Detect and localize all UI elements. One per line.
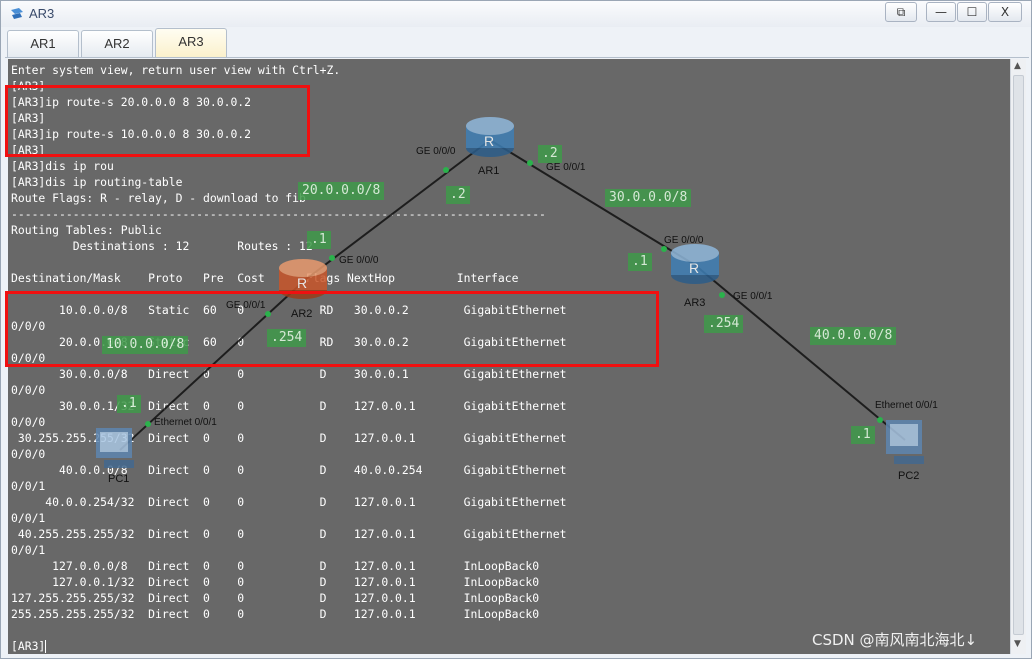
scroll-down-icon[interactable]: ▼ — [1014, 639, 1021, 649]
terminal-line: Enter system view, return user view with… — [11, 63, 341, 77]
title-bar[interactable]: AR3 ⧉ — ☐ X — [1, 1, 1031, 27]
restore-button[interactable]: ⧉ — [885, 2, 917, 22]
maximize-button[interactable]: ☐ — [957, 2, 987, 22]
terminal-line: [AR3] — [11, 639, 47, 653]
window-title: AR3 — [29, 6, 55, 21]
terminal-line: 30.255.255.255/32 Direct 0 0 D 127.0.0.1… — [11, 431, 567, 445]
terminal-line: 127.0.0.0/8 Direct 0 0 D 127.0.0.1 InLoo… — [11, 559, 540, 573]
tab-divider — [5, 57, 1029, 58]
terminal-line: 40.0.0.0/8 Direct 0 0 D 40.0.0.254 Gigab… — [11, 463, 567, 477]
terminal-line: 127.255.255.255/32 Direct 0 0 D 127.0.0.… — [11, 591, 540, 605]
terminal-line: 30.0.0.1/32 Direct 0 0 D 127.0.0.1 Gigab… — [11, 399, 567, 413]
terminal-line: Destinations : 12 Routes : 12 — [11, 239, 313, 253]
tab-ar2[interactable]: AR2 — [81, 30, 153, 57]
terminal-line: 40.0.0.254/32 Direct 0 0 D 127.0.0.1 Gig… — [11, 495, 567, 509]
tab-ar3[interactable]: AR3 — [155, 28, 227, 57]
terminal-line: ----------------------------------------… — [11, 207, 546, 221]
terminal-line: 0/0/1 — [11, 543, 46, 557]
scroll-up-icon[interactable]: ▲ — [1014, 61, 1021, 71]
watermark: CSDN @南风南北海北↓ — [812, 631, 978, 649]
terminal-line: Routing Tables: Public — [11, 223, 162, 237]
vertical-scrollbar[interactable]: ▲ ▼ — [1010, 59, 1026, 654]
terminal-line: 40.255.255.255/32 Direct 0 0 D 127.0.0.1… — [11, 527, 567, 541]
terminal-line: 30.0.0.0/8 Direct 0 0 D 30.0.0.1 Gigabit… — [11, 367, 567, 381]
tab-bar: AR1 AR2 AR3 — [5, 28, 1029, 58]
terminal-line: 0/0/1 — [11, 511, 46, 525]
terminal-line: Route Flags: R - relay, D - download to … — [11, 191, 306, 205]
highlight-static-route-entries — [5, 291, 659, 367]
terminal-line: 0/0/0 — [11, 415, 46, 429]
terminal-line: 0/0/0 — [11, 447, 46, 461]
terminal-line: 0/0/1 — [11, 479, 46, 493]
terminal-line: [AR3]dis ip rou — [11, 159, 114, 173]
terminal-line: Destination/Mask Proto Pre Cost Flags Ne… — [11, 271, 519, 285]
minimize-button[interactable]: — — [926, 2, 956, 22]
terminal-line: 127.0.0.1/32 Direct 0 0 D 127.0.0.1 InLo… — [11, 575, 540, 589]
highlight-static-route-commands — [5, 85, 310, 157]
close-button[interactable]: X — [988, 2, 1022, 22]
terminal-line: 255.255.255.255/32 Direct 0 0 D 127.0.0.… — [11, 607, 540, 621]
terminal-line: 0/0/0 — [11, 383, 46, 397]
terminal-line: [AR3]dis ip routing-table — [11, 175, 183, 189]
network-app-icon — [11, 8, 23, 19]
tab-ar1[interactable]: AR1 — [7, 30, 79, 57]
scrollbar-thumb[interactable] — [1013, 75, 1024, 635]
text-cursor — [45, 640, 47, 653]
